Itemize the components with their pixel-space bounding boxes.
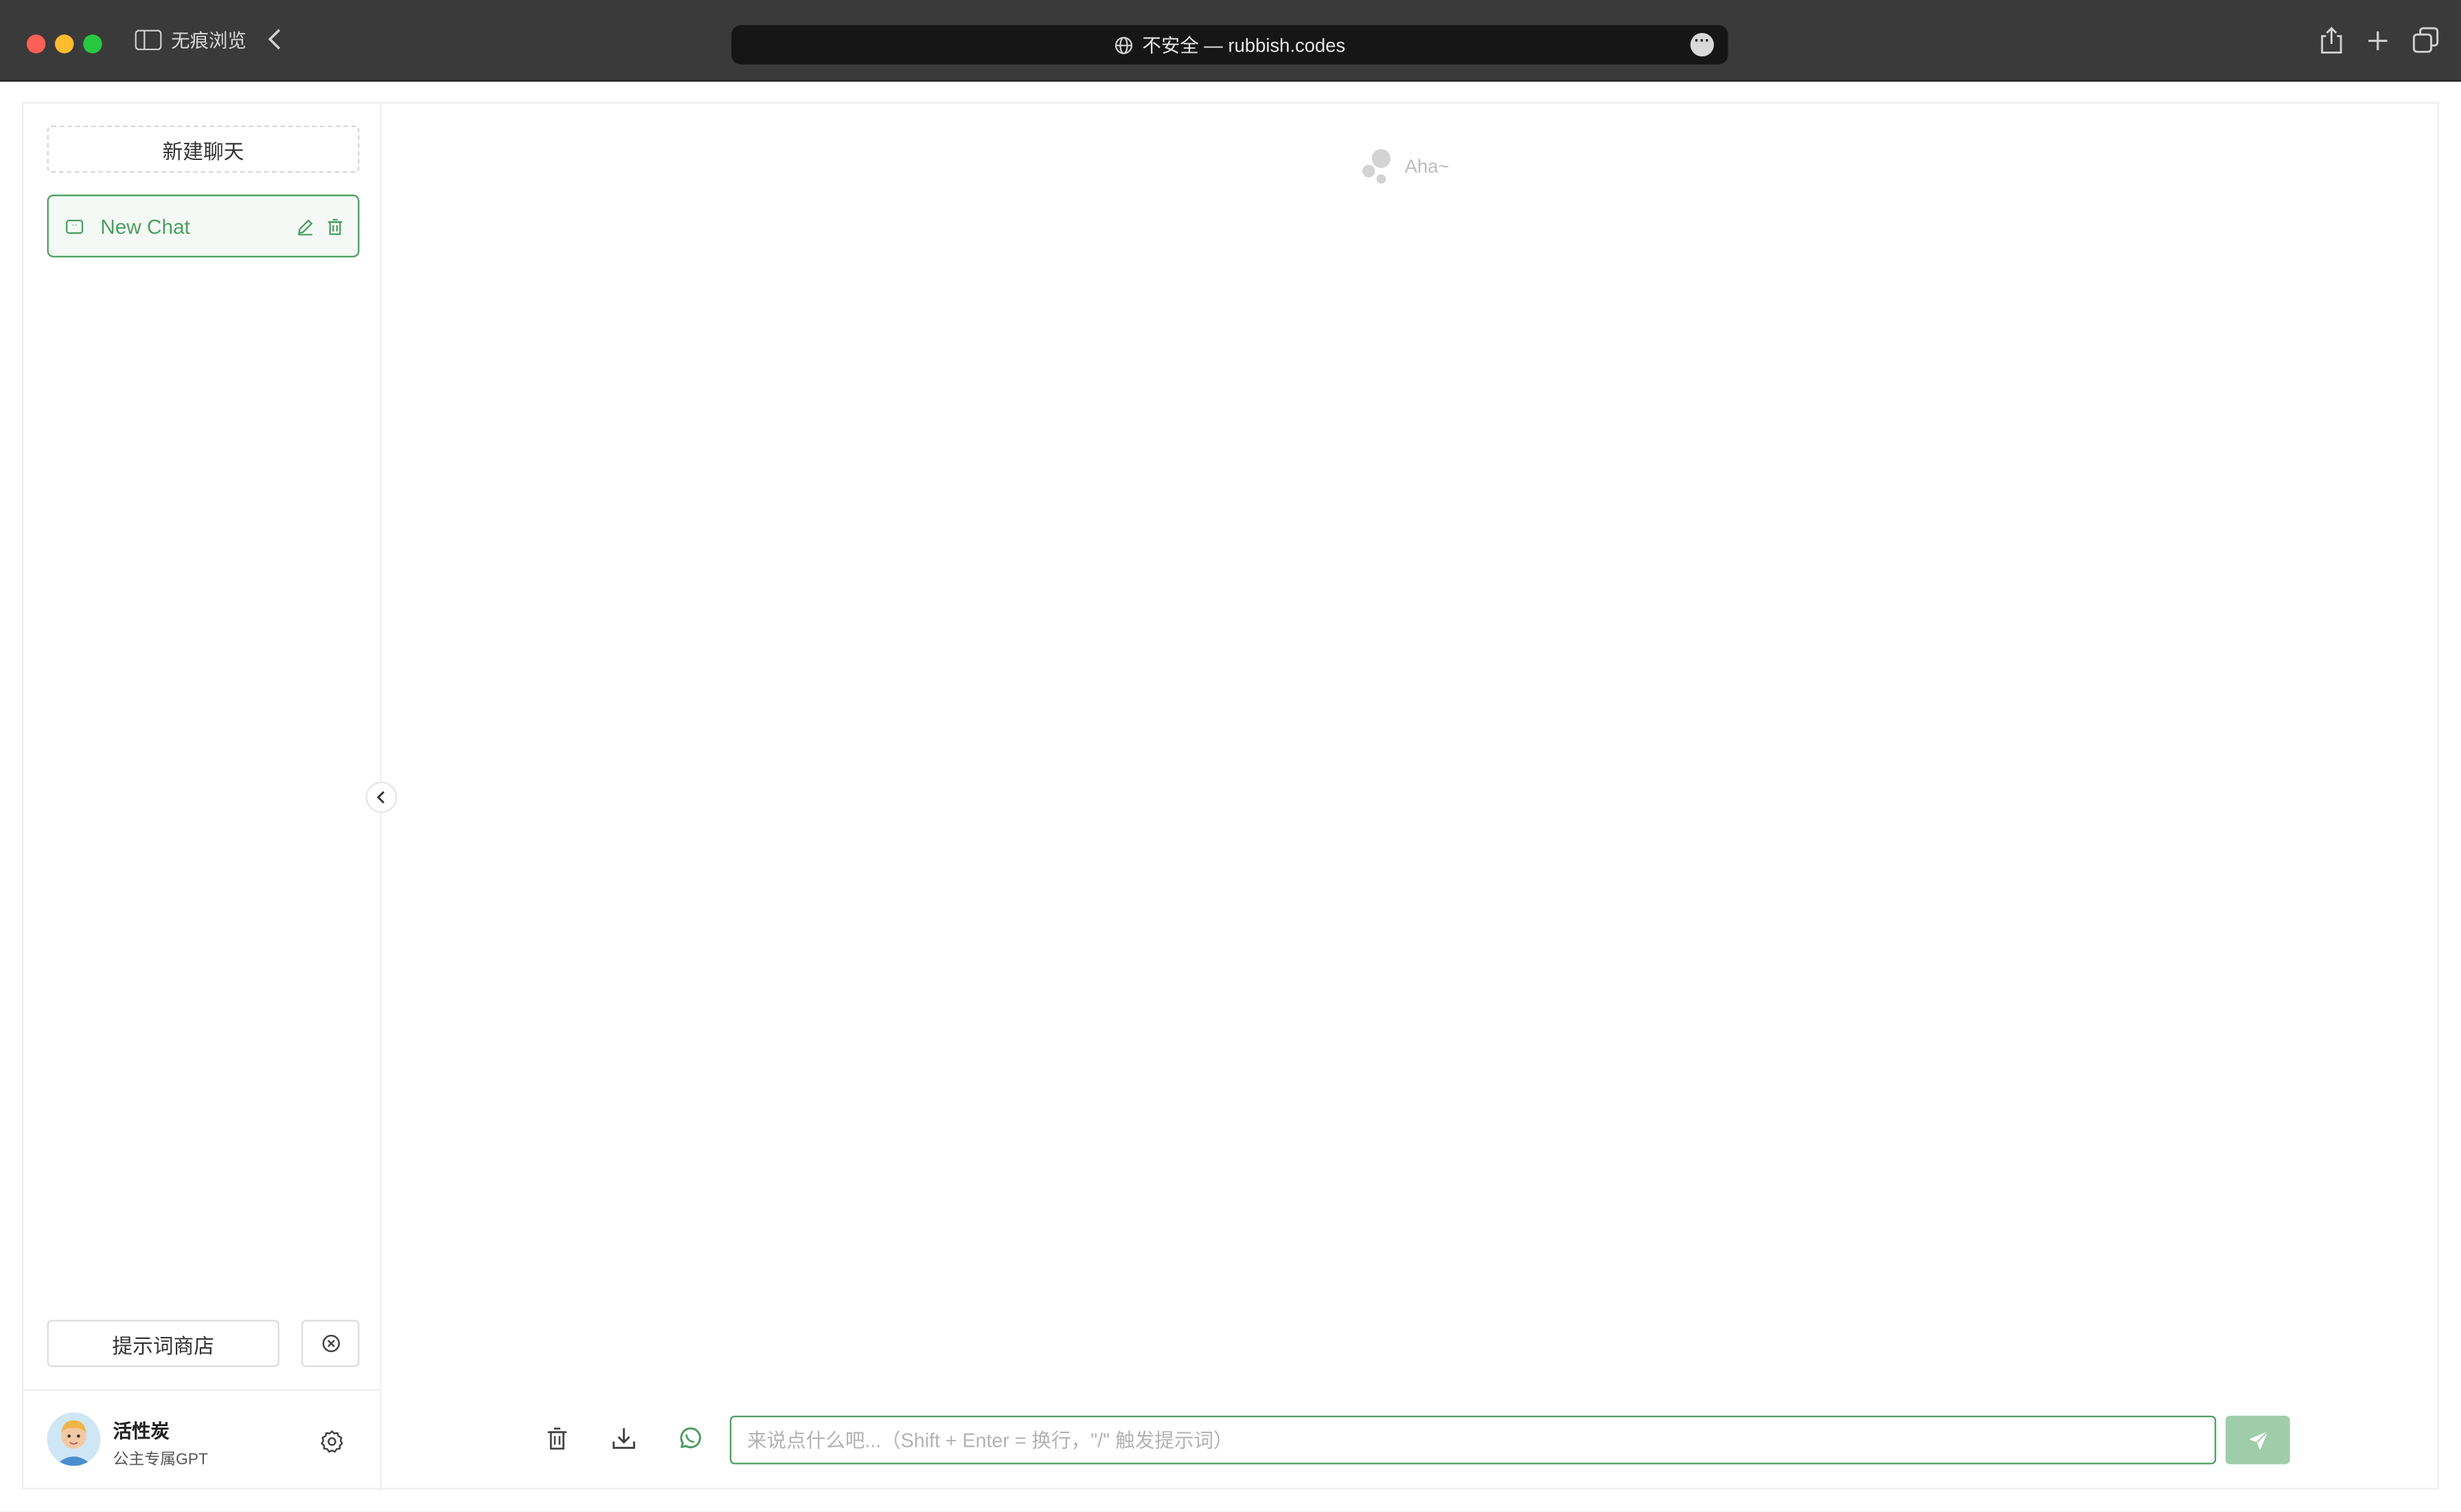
- browser-toolbar: 无痕浏览 不安全 — rubbish.codes ···: [0, 0, 2461, 82]
- empty-state-text: Aha~: [1404, 155, 1450, 178]
- address-bar[interactable]: 不安全 — rubbish.codes ···: [731, 25, 1728, 65]
- new-chat-button[interactable]: 新建聊天: [47, 125, 360, 173]
- sidebar: 新建聊天 ·· New Chat 提示词商店 活性炭 公主专属GPT: [23, 103, 382, 1491]
- collapse-sidebar-button[interactable]: [365, 781, 398, 813]
- edit-chat-button[interactable]: [292, 214, 317, 239]
- trash-icon: [547, 1426, 567, 1449]
- more-options-icon[interactable]: ···: [1690, 32, 1714, 57]
- paper-plane-icon: [2248, 1430, 2268, 1450]
- delete-chat-button[interactable]: [322, 214, 347, 239]
- close-window-button[interactable]: [26, 34, 46, 54]
- sidebar-toggle-icon: [135, 30, 162, 51]
- back-button[interactable]: [267, 27, 283, 61]
- user-description: 公主专属GPT: [113, 1452, 208, 1469]
- chevron-left-icon: [268, 29, 281, 50]
- chat-bubble-icon: ··: [65, 218, 84, 233]
- whatsapp-icon: [679, 1426, 700, 1447]
- new-tab-icon[interactable]: [2366, 27, 2391, 55]
- private-browsing-indicator[interactable]: 无痕浏览: [135, 27, 247, 54]
- chat-main: Aha~: [381, 104, 2440, 1491]
- clear-chat-button[interactable]: [543, 1423, 571, 1452]
- context-toggle-button[interactable]: [675, 1423, 703, 1452]
- send-button[interactable]: [2225, 1415, 2290, 1465]
- minimize-window-button[interactable]: [54, 34, 74, 54]
- private-browsing-label: 无痕浏览: [171, 30, 247, 52]
- prompt-store-button[interactable]: 提示词商店: [47, 1320, 279, 1367]
- settings-button[interactable]: [317, 1427, 345, 1455]
- zoom-window-button[interactable]: [83, 34, 102, 54]
- browser-actions: [2320, 27, 2439, 55]
- bubbles-logo-icon: [1362, 149, 1391, 184]
- message-input[interactable]: [729, 1415, 2217, 1465]
- pencil-icon: [297, 218, 312, 235]
- gear-icon: [320, 1430, 343, 1452]
- new-chat-label: 新建聊天: [162, 139, 244, 163]
- avatar[interactable]: [47, 1412, 101, 1466]
- export-chat-button[interactable]: [609, 1423, 637, 1452]
- chat-title: New Chat: [100, 214, 190, 238]
- empty-state: Aha~: [1361, 148, 1450, 185]
- prompt-store-label: 提示词商店: [112, 1333, 214, 1357]
- user-avatar-icon: [47, 1412, 101, 1466]
- close-circle-icon: [321, 1334, 339, 1353]
- globe-icon: [1114, 36, 1132, 54]
- download-icon: [612, 1427, 634, 1448]
- clear-button[interactable]: [301, 1320, 360, 1367]
- screen: 无痕浏览 不安全 — rubbish.codes ··· 新建聊天 ·· New…: [0, 0, 2461, 1512]
- share-icon[interactable]: [2320, 27, 2343, 55]
- user-panel: 活性炭 公主专属GPT: [23, 1388, 382, 1491]
- window-controls: [26, 34, 102, 54]
- user-name: 活性炭: [113, 1420, 170, 1443]
- chat-list-item[interactable]: ·· New Chat: [47, 194, 360, 257]
- chat-app: 新建聊天 ·· New Chat 提示词商店 活性炭 公主专属GPT Aha~ …: [21, 102, 2440, 1491]
- chevron-left-icon: [376, 791, 385, 804]
- tab-overview-icon[interactable]: [2412, 27, 2439, 55]
- url-text: 不安全 — rubbish.codes: [1142, 34, 1346, 57]
- trash-icon: [327, 218, 342, 235]
